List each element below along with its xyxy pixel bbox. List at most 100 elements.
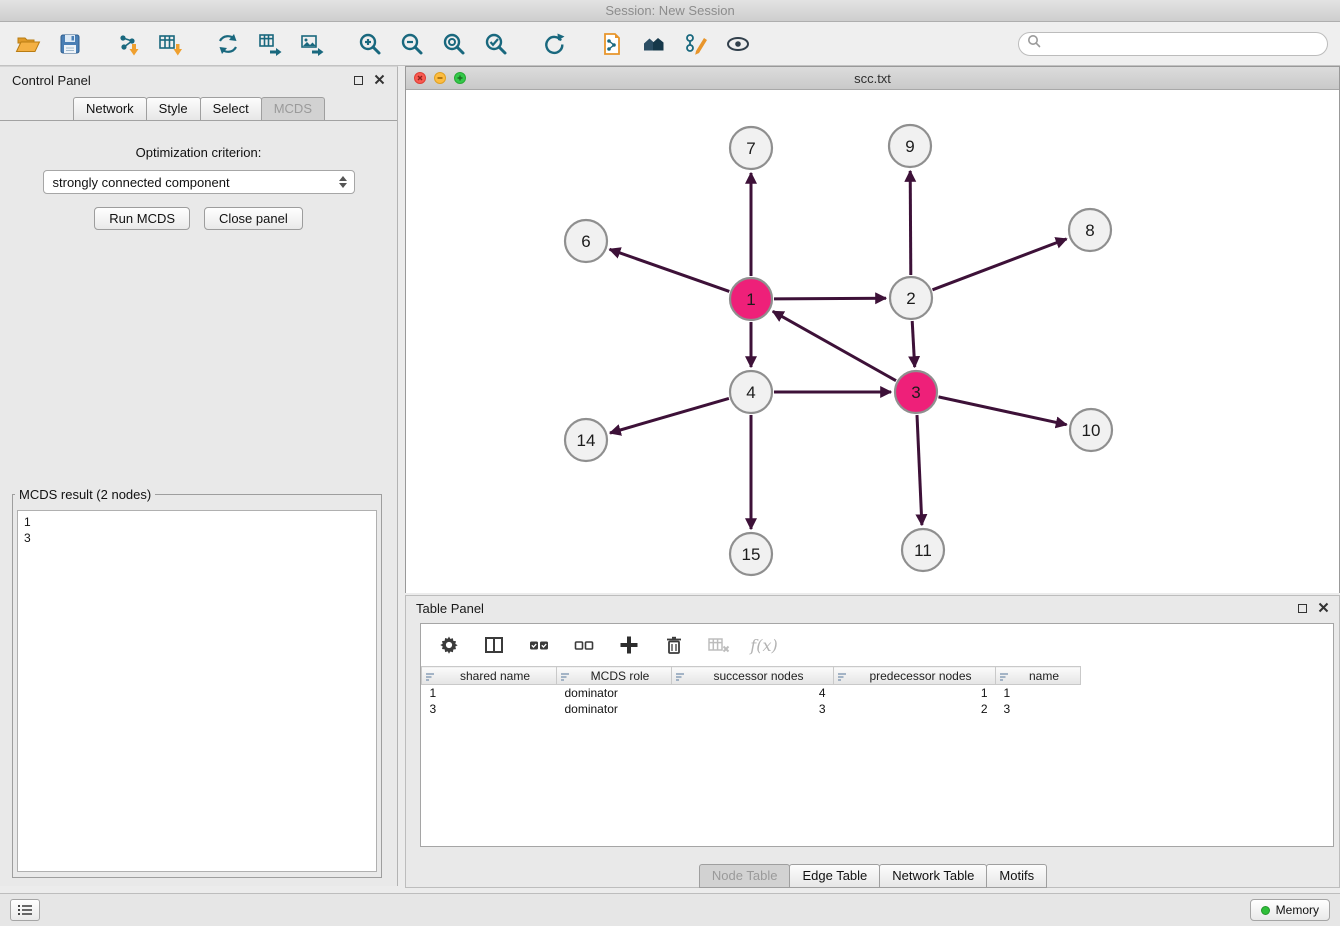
network-canvas[interactable]: 7 9 6 8 1 2 4 3 14 10 15 11 — [406, 90, 1339, 593]
open-session-icon[interactable] — [12, 28, 44, 60]
export-image-icon[interactable] — [296, 28, 328, 60]
memory-label: Memory — [1276, 903, 1319, 917]
graph-edge-1-6[interactable] — [610, 249, 730, 291]
optimization-criterion-select[interactable]: strongly connected component — [43, 170, 355, 194]
graph-node-label: 14 — [577, 431, 596, 450]
table-settings-icon[interactable] — [437, 633, 461, 657]
close-table-panel-icon[interactable] — [1318, 601, 1329, 616]
graph-node-label: 8 — [1085, 221, 1094, 240]
show-graphics-details-icon[interactable] — [722, 28, 754, 60]
tab-node-table[interactable]: Node Table — [699, 864, 791, 888]
graph-node-6[interactable]: 6 — [565, 220, 607, 262]
graph-node-14[interactable]: 14 — [565, 419, 607, 461]
graph-node-10[interactable]: 10 — [1070, 409, 1112, 451]
graph-edge-2-9[interactable] — [910, 171, 911, 275]
graph-edge-3-11[interactable] — [917, 415, 922, 525]
graph-node-label: 2 — [906, 289, 915, 308]
graph-node-7[interactable]: 7 — [730, 127, 772, 169]
mcds-result-value: 1 — [24, 514, 370, 530]
graph-node-15[interactable]: 15 — [730, 533, 772, 575]
status-bar: Memory — [0, 893, 1340, 926]
delete-table-icon[interactable] — [707, 633, 731, 657]
show-columns-icon[interactable] — [482, 633, 506, 657]
graph-node-11[interactable]: 11 — [902, 529, 944, 571]
node-table-container: f(x) shared name MCDS role — [420, 623, 1334, 847]
float-table-panel-icon[interactable] — [1298, 604, 1307, 613]
float-panel-icon[interactable] — [354, 76, 363, 85]
column-sort-icon — [999, 671, 1009, 685]
graph-edge-3-1[interactable] — [773, 311, 896, 380]
tab-edge-table[interactable]: Edge Table — [789, 864, 880, 888]
network-view-window: scc.txt 796812431410151 — [405, 66, 1340, 593]
column-header-successor-nodes[interactable]: successor nodes — [672, 667, 834, 685]
graph-node-8[interactable]: 8 — [1069, 209, 1111, 251]
table-row[interactable]: 1 dominator 4 1 1 — [422, 685, 1081, 702]
delete-row-icon[interactable] — [662, 633, 686, 657]
graph-edge-3-10[interactable] — [939, 397, 1067, 425]
tab-mcds[interactable]: MCDS — [261, 97, 325, 120]
graph-node-9[interactable]: 9 — [889, 125, 931, 167]
graph-node-1[interactable]: 1 — [730, 278, 772, 320]
minimize-window-icon[interactable] — [434, 72, 446, 84]
close-panel-icon[interactable] — [374, 73, 385, 88]
export-network-icon[interactable] — [212, 28, 244, 60]
tab-select[interactable]: Select — [200, 97, 262, 120]
zoom-in-icon[interactable] — [354, 28, 386, 60]
select-all-icon[interactable] — [527, 633, 551, 657]
zoom-out-icon[interactable] — [396, 28, 428, 60]
mcds-result-list: 1 3 — [17, 510, 377, 872]
combo-arrows-icon — [339, 176, 347, 188]
graph-edge-2-3[interactable] — [912, 321, 915, 367]
export-table-icon[interactable] — [254, 28, 286, 60]
import-table-icon[interactable] — [154, 28, 186, 60]
zoom-selected-icon[interactable] — [480, 28, 512, 60]
zoom-fit-icon[interactable] — [438, 28, 470, 60]
graph-node-label: 7 — [746, 139, 755, 158]
memory-button[interactable]: Memory — [1250, 899, 1330, 921]
close-panel-button[interactable]: Close panel — [204, 207, 303, 230]
apply-style-icon[interactable] — [680, 28, 712, 60]
table-row[interactable]: 3 dominator 3 2 3 — [422, 701, 1081, 717]
tab-network-table[interactable]: Network Table — [879, 864, 987, 888]
graph-node-label: 4 — [746, 383, 755, 402]
task-history-button[interactable] — [10, 899, 40, 921]
mcds-result-title: MCDS result (2 nodes) — [15, 487, 155, 502]
criterion-value: strongly connected component — [53, 175, 230, 190]
add-row-icon[interactable] — [617, 633, 641, 657]
import-network-icon[interactable] — [112, 28, 144, 60]
close-window-icon[interactable] — [414, 72, 426, 84]
graph-edge-2-8[interactable] — [933, 239, 1067, 290]
refresh-view-icon[interactable] — [538, 28, 570, 60]
graph-edge-1-2[interactable] — [774, 298, 886, 299]
graph-node-label: 10 — [1082, 421, 1101, 440]
search-icon — [1027, 34, 1041, 53]
graph-node-label: 9 — [905, 137, 914, 156]
column-header-mcds-role[interactable]: MCDS role — [557, 667, 672, 685]
graph-node-3[interactable]: 3 — [895, 371, 937, 413]
graph-node-4[interactable]: 4 — [730, 371, 772, 413]
table-panel-tabs: Node Table Edge Table Network Table Moti… — [406, 864, 1339, 888]
tab-network[interactable]: Network — [73, 97, 147, 120]
search-input[interactable] — [1047, 35, 1319, 52]
graph-node-label: 1 — [746, 290, 755, 309]
save-session-icon[interactable] — [54, 28, 86, 60]
network-document-icon[interactable] — [596, 28, 628, 60]
control-panel: Control Panel Network Style Select MCDS … — [0, 66, 398, 886]
search-field[interactable] — [1018, 32, 1328, 56]
mcds-result-value: 3 — [24, 530, 370, 546]
node-table: shared name MCDS role successor nodes — [421, 666, 1081, 717]
window-titlebar: Session: New Session — [0, 0, 1340, 22]
graph-node-2[interactable]: 2 — [890, 277, 932, 319]
tab-motifs[interactable]: Motifs — [986, 864, 1047, 888]
tab-style[interactable]: Style — [146, 97, 201, 120]
run-mcds-button[interactable]: Run MCDS — [94, 207, 190, 230]
column-header-shared-name[interactable]: shared name — [422, 667, 557, 685]
first-neighbors-icon[interactable] — [638, 28, 670, 60]
graph-edge-4-14[interactable] — [610, 398, 729, 433]
application-window: Session: New Session — [0, 0, 1340, 926]
maximize-window-icon[interactable] — [454, 72, 466, 84]
column-header-predecessor-nodes[interactable]: predecessor nodes — [834, 667, 996, 685]
column-header-name[interactable]: name — [996, 667, 1081, 685]
function-builder-icon[interactable]: f(x) — [752, 633, 776, 657]
deselect-all-icon[interactable] — [572, 633, 596, 657]
